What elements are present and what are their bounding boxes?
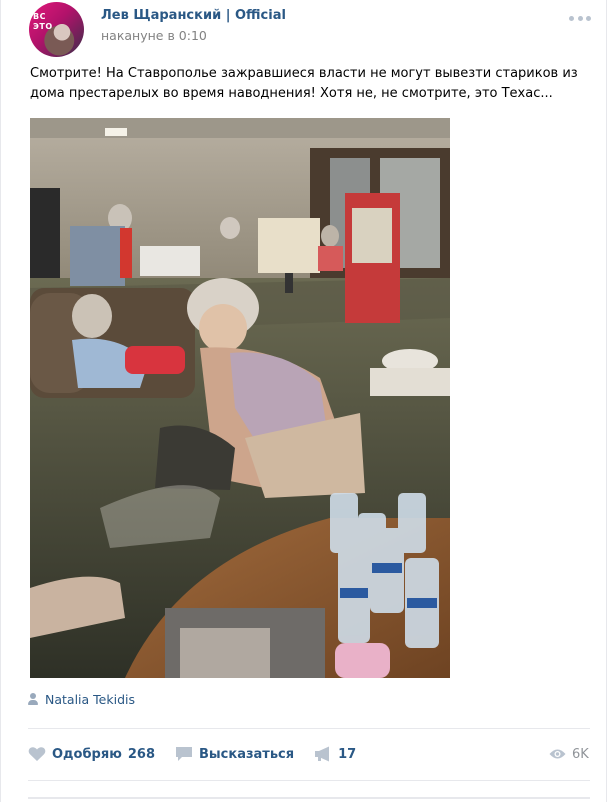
views-count: 6K bbox=[572, 746, 589, 762]
comment-icon bbox=[176, 747, 192, 761]
eye-icon bbox=[549, 749, 566, 759]
author-name[interactable]: Лев Щаранский | Official bbox=[101, 8, 286, 23]
like-count: 268 bbox=[127, 746, 155, 762]
divider bbox=[28, 728, 590, 729]
post-photo[interactable] bbox=[30, 118, 450, 678]
share-button[interactable]: 17 bbox=[314, 746, 356, 762]
like-label: Одобряю bbox=[52, 746, 122, 762]
post-actions: Одобряю 268 Высказаться 17 bbox=[28, 743, 376, 765]
wall-post: ВС ЭТО Лев Щаранский | Official накануне… bbox=[0, 0, 607, 802]
comment-button[interactable]: Высказаться bbox=[175, 746, 294, 762]
divider bbox=[28, 780, 590, 781]
views-counter: 6K bbox=[549, 743, 589, 765]
photo-credit[interactable]: Natalia Tekidis bbox=[28, 690, 135, 708]
share-count: 17 bbox=[338, 746, 357, 762]
photo-credit-name[interactable]: Natalia Tekidis bbox=[45, 692, 135, 707]
more-icon[interactable] bbox=[569, 14, 591, 22]
person-icon bbox=[28, 693, 38, 705]
heart-icon bbox=[28, 747, 46, 761]
divider bbox=[28, 797, 590, 799]
comment-label: Высказаться bbox=[199, 746, 295, 762]
like-button[interactable]: Одобряю 268 bbox=[28, 746, 155, 762]
megaphone-icon bbox=[315, 746, 330, 762]
photo-image bbox=[30, 118, 450, 678]
avatar-text: ВС ЭТО bbox=[33, 12, 53, 31]
post-time[interactable]: накануне в 0:10 bbox=[101, 28, 207, 43]
author-avatar[interactable]: ВС ЭТО bbox=[29, 2, 84, 57]
post-text: Смотрите! На Ставрополье зажравшиеся вла… bbox=[30, 66, 578, 101]
